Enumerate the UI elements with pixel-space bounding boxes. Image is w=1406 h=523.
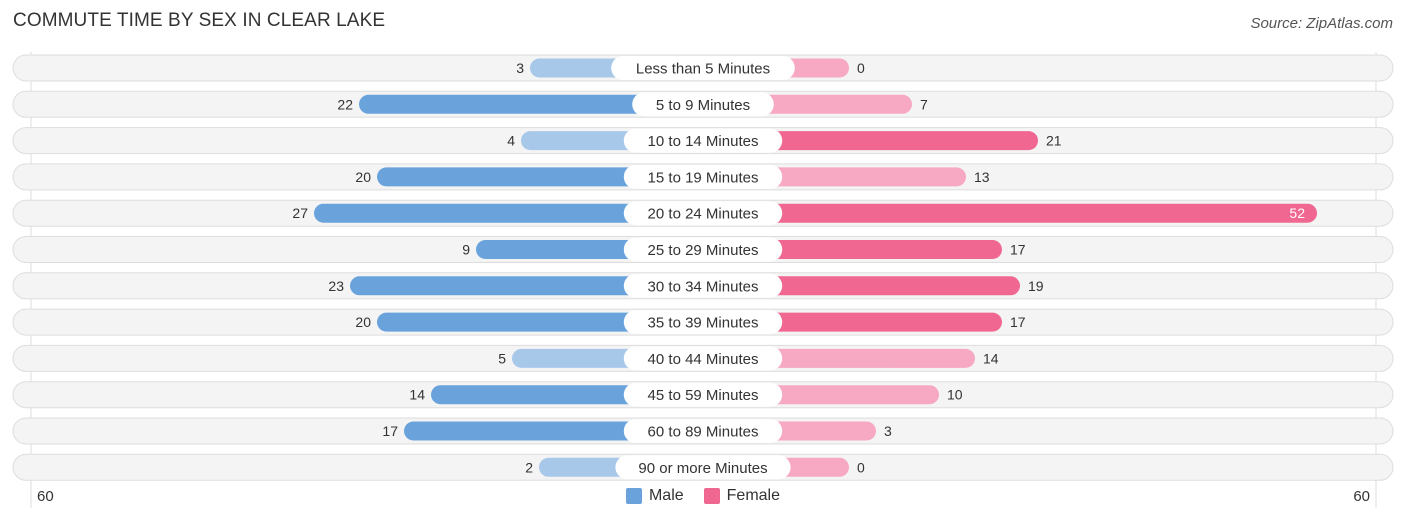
category-label: 10 to 14 Minutes — [648, 133, 759, 150]
category-label: 30 to 34 Minutes — [648, 278, 759, 295]
category-label: 60 to 89 Minutes — [648, 424, 759, 441]
male-value-label: 4 — [507, 133, 515, 149]
male-value-label: 27 — [292, 205, 308, 221]
legend-swatch-male — [625, 488, 642, 504]
female-value-label: 19 — [1028, 278, 1044, 294]
female-value-label: 0 — [857, 60, 865, 76]
category-label: 45 to 59 Minutes — [648, 387, 759, 404]
female-value-label: 21 — [1046, 133, 1062, 149]
category-label: Less than 5 Minutes — [636, 61, 770, 78]
category-label: 5 to 9 Minutes — [656, 97, 750, 114]
female-value-label: 0 — [857, 459, 865, 475]
female-value-label: 17 — [1010, 242, 1026, 258]
legend-item-female: Female — [703, 487, 781, 505]
female-value-label: 14 — [983, 350, 999, 366]
category-label: 15 to 19 Minutes — [648, 169, 759, 186]
male-value-label: 2 — [525, 459, 533, 475]
female-value-label: 17 — [1010, 314, 1026, 330]
male-value-label: 5 — [498, 350, 506, 366]
legend-swatch-female — [703, 488, 720, 504]
male-value-label: 20 — [355, 314, 371, 330]
male-value-label: 9 — [462, 242, 470, 258]
female-value-label: 3 — [884, 423, 892, 439]
legend-label-female: Female — [726, 487, 781, 504]
category-label: 20 to 24 Minutes — [648, 206, 759, 223]
female-value-label: 52 — [1289, 205, 1305, 221]
category-label: 25 to 29 Minutes — [648, 242, 759, 259]
legend: Male Female — [0, 487, 1406, 505]
legend-label-male: Male — [648, 487, 684, 504]
male-value-label: 23 — [328, 278, 344, 294]
female-bar — [703, 203, 1317, 223]
male-value-label: 17 — [382, 423, 398, 439]
chart-area: Less than 5 Minutes3 05 to 9 Minutes22 710… — [12, 52, 1394, 508]
category-label: 35 to 39 Minutes — [648, 315, 759, 332]
legend-item-male: Male — [625, 487, 684, 505]
male-value-label: 14 — [409, 387, 425, 403]
male-value-label: 20 — [355, 169, 371, 185]
female-value-label: 10 — [947, 387, 963, 403]
male-value-label: 3 — [516, 60, 524, 76]
female-value-label: 13 — [974, 169, 990, 185]
female-value-label: 7 — [920, 96, 928, 112]
category-label: 90 or more Minutes — [638, 460, 767, 477]
category-label: 40 to 44 Minutes — [648, 351, 759, 368]
male-value-label: 22 — [337, 96, 353, 112]
